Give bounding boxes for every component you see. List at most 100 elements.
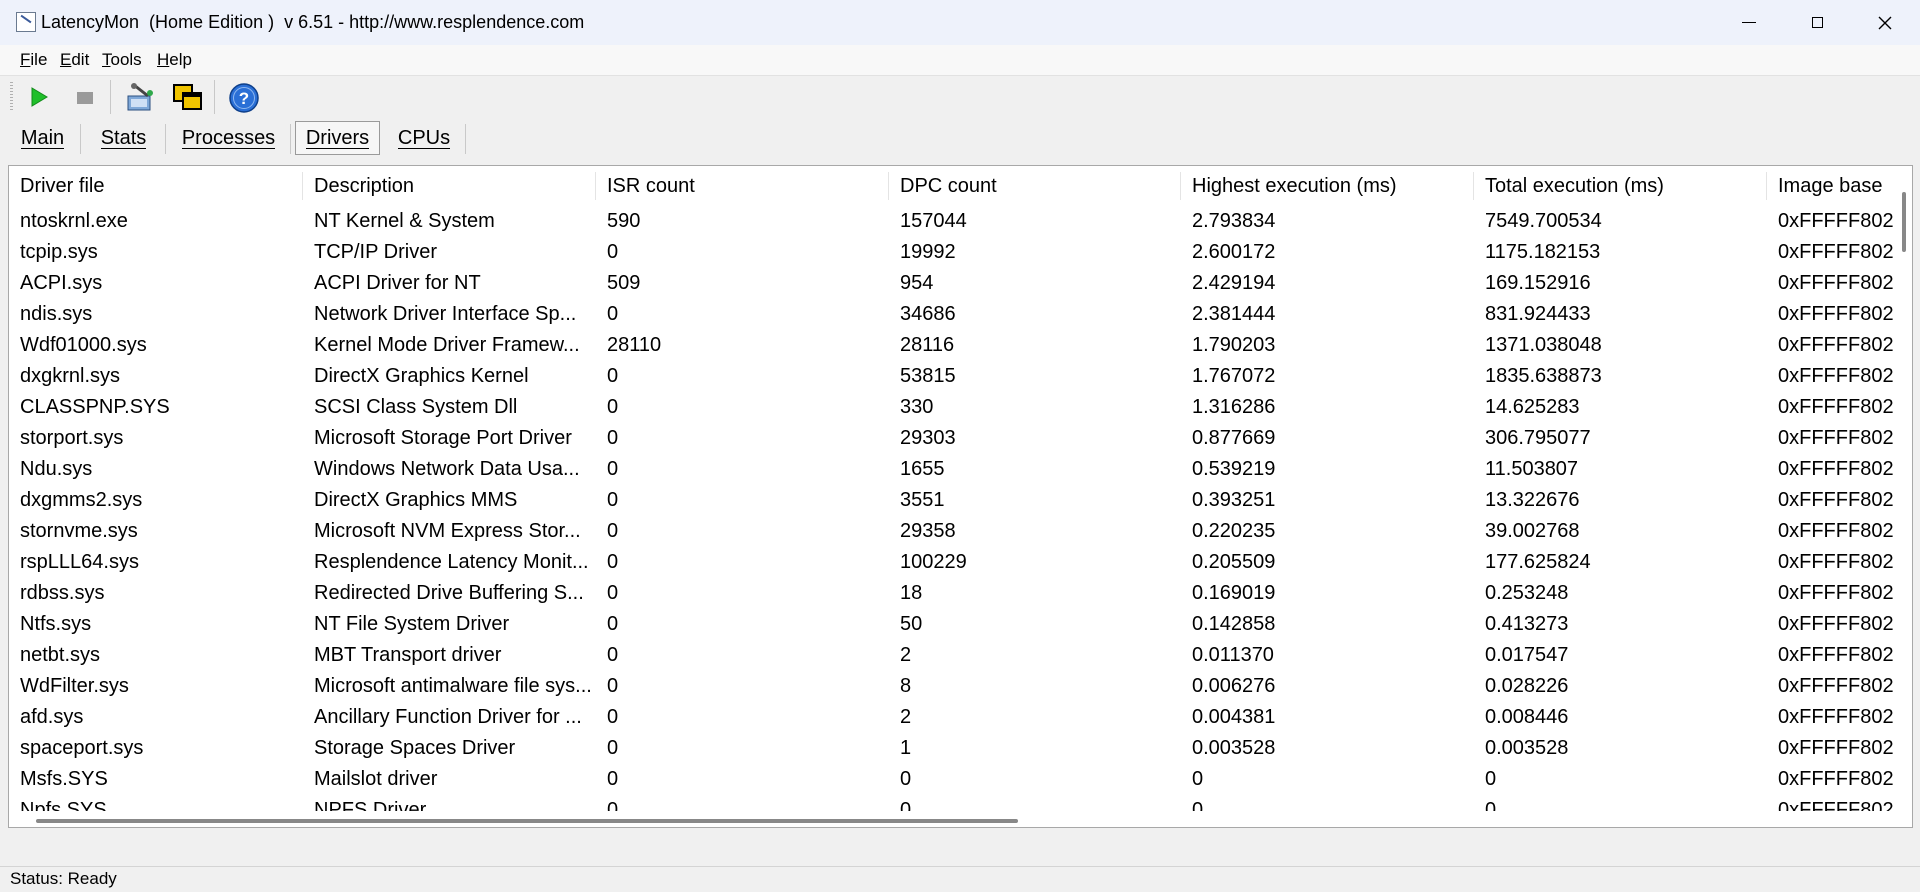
vertical-scroll-thumb[interactable] (1902, 192, 1906, 252)
table-cell: 0.008446 (1485, 706, 1569, 728)
horizontal-scroll-thumb[interactable] (36, 819, 1018, 823)
table-row[interactable]: ACPI.sys ACPI Driver for NT 509 954 2.429194… (9, 268, 1899, 299)
table-row[interactable]: tcpip.sys TCP/IP Driver 0 19992 2.600172 1175… (9, 237, 1899, 268)
table-cell: 0 (607, 582, 619, 604)
table-cell: storport.sys (20, 427, 124, 449)
table-cell: 7549.700534 (1485, 210, 1602, 232)
table-row[interactable]: Ntfs.sys NT File System Driver 0 50 0.142858… (9, 609, 1899, 640)
table-row[interactable]: rspLLL64.sys Resplendence Latency Monit..… (9, 547, 1899, 578)
table-cell: 11.503807 (1485, 458, 1579, 480)
table-row[interactable]: WdFilter.sys Microsoft antimalware file s… (9, 671, 1899, 702)
toolbar-separator (214, 80, 215, 114)
drivers-table[interactable]: Driver file Description ISR count DPC co… (8, 165, 1913, 828)
table-row[interactable]: rdbss.sys Redirected Drive Buffering S...… (9, 578, 1899, 609)
table-cell: NT File System Driver (314, 613, 510, 635)
table-cell: ACPI.sys (20, 272, 103, 294)
table-cell: dxgkrnl.sys (20, 365, 121, 387)
table-row[interactable]: Wdf01000.sys Kernel Mode Driver Framew...… (9, 330, 1899, 361)
table-cell: 0 (607, 706, 619, 728)
table-cell: 0 (607, 427, 619, 449)
table-row[interactable]: netbt.sys MBT Transport driver 0 2 0.011370 0… (9, 640, 1899, 671)
menu-bar: File Edit Tools Help (0, 45, 1920, 76)
table-cell: 0xFFFFF802 (1778, 272, 1894, 294)
table-cell: Msfs.SYS (20, 768, 108, 790)
column-header-dpc-count[interactable]: DPC count (889, 166, 1181, 206)
table-cell: Windows Network Data Usa... (314, 458, 580, 480)
status-text: Status: Ready (10, 869, 117, 888)
table-cell: 34686 (900, 303, 956, 325)
table-row[interactable]: dxgkrnl.sys DirectX Graphics Kernel 0 53815… (9, 361, 1899, 392)
menu-file[interactable]: File (20, 50, 47, 70)
table-row[interactable]: Ndu.sys Windows Network Data Usa... 0 1655 0… (9, 454, 1899, 485)
maximize-button[interactable] (1783, 0, 1851, 45)
close-icon (1878, 16, 1892, 29)
driver-settings-button[interactable] (124, 82, 154, 112)
windows-icon (173, 84, 202, 110)
table-row[interactable]: afd.sys Ancillary Function Driver for ...… (9, 702, 1899, 733)
table-cell: 28110 (607, 334, 662, 356)
tab-processes[interactable]: Processes (166, 121, 291, 155)
tab-stats[interactable]: Stats (81, 121, 166, 155)
vertical-scrollbar[interactable] (1896, 166, 1912, 827)
table-cell: 2.381444 (1192, 303, 1276, 325)
table-row[interactable]: storport.sys Microsoft Storage Port Drive… (9, 423, 1899, 454)
table-row[interactable]: ntoskrnl.exe NT Kernel & System 590 157044 2… (9, 206, 1899, 237)
table-cell: SCSI Class System Dll (314, 396, 518, 418)
table-cell: 177.625824 (1485, 551, 1591, 573)
table-cell: 0.413273 (1485, 613, 1569, 635)
table-cell: 8 (900, 675, 912, 697)
minimize-button[interactable] (1715, 0, 1783, 45)
table-cell: dxgmms2.sys (20, 489, 143, 511)
tab-drivers[interactable]: Drivers (295, 121, 380, 155)
tab-main[interactable]: Main (4, 121, 81, 155)
table-cell: 590 (607, 210, 641, 232)
table-cell: 0.003528 (1192, 737, 1276, 759)
start-monitor-button[interactable] (24, 82, 54, 112)
table-row[interactable]: spaceport.sys Storage Spaces Driver 0 1 0.00… (9, 733, 1899, 764)
table-cell: 0 (607, 520, 619, 542)
table-cell: 0.220235 (1192, 520, 1276, 542)
stop-monitor-button[interactable] (70, 82, 100, 112)
column-header-driver-file[interactable]: Driver file (9, 166, 303, 206)
table-cell: 0 (607, 675, 619, 697)
menu-edit[interactable]: Edit (60, 50, 89, 70)
table-cell: 0.393251 (1192, 489, 1276, 511)
table-cell: netbt.sys (20, 644, 101, 666)
maximize-icon (1811, 17, 1823, 28)
tab-cpus[interactable]: CPUs (382, 121, 466, 155)
table-row[interactable]: ndis.sys Network Driver Interface Sp... 0 3… (9, 299, 1899, 330)
stop-icon (77, 92, 93, 104)
column-header-highest-execution[interactable]: Highest execution (ms) (1181, 166, 1474, 206)
table-cell: 0xFFFFF802 (1778, 551, 1894, 573)
column-header-description[interactable]: Description (303, 166, 596, 206)
table-cell: 2.429194 (1192, 272, 1276, 294)
table-cell: 0.253248 (1485, 582, 1569, 604)
column-header-isr-count[interactable]: ISR count (596, 166, 889, 206)
table-cell: 1655 (900, 458, 945, 480)
table-row[interactable]: stornvme.sys Microsoft NVM Express Stor..… (9, 516, 1899, 547)
column-header-image-base[interactable]: Image base (1767, 166, 1907, 206)
table-cell: 0xFFFFF802 (1778, 241, 1894, 263)
help-button[interactable]: ? (228, 82, 259, 113)
table-cell: 0xFFFFF802 (1778, 334, 1894, 356)
table-cell: 1175.182153 (1485, 241, 1601, 263)
table-cell: 0.169019 (1192, 582, 1276, 604)
table-cell: 0 (607, 644, 619, 666)
table-cell: 14.625283 (1485, 396, 1580, 418)
table-cell: Microsoft antimalware file sys... (314, 675, 592, 697)
table-cell: Kernel Mode Driver Framew... (314, 334, 580, 356)
close-button[interactable] (1851, 0, 1919, 45)
title-bar: LatencyMon (Home Edition ) v 6.51 - http… (0, 0, 1920, 45)
menu-help[interactable]: Help (157, 50, 192, 70)
menu-tools[interactable]: Tools (102, 50, 142, 70)
table-cell: Microsoft NVM Express Stor... (314, 520, 581, 542)
windows-button[interactable] (172, 82, 202, 112)
table-cell: 0xFFFFF802 (1778, 706, 1894, 728)
table-row[interactable]: Msfs.SYS Mailslot driver 0 0 0 0 0xFFFFF802 (9, 764, 1899, 795)
table-cell: 0.142858 (1192, 613, 1276, 635)
column-header-total-execution[interactable]: Total execution (ms) (1474, 166, 1767, 206)
horizontal-scrollbar[interactable] (9, 811, 1899, 827)
play-icon (31, 87, 48, 107)
table-row[interactable]: dxgmms2.sys DirectX Graphics MMS 0 3551 0.39… (9, 485, 1899, 516)
table-row[interactable]: CLASSPNP.SYS SCSI Class System Dll 0 330 1.3… (9, 392, 1899, 423)
